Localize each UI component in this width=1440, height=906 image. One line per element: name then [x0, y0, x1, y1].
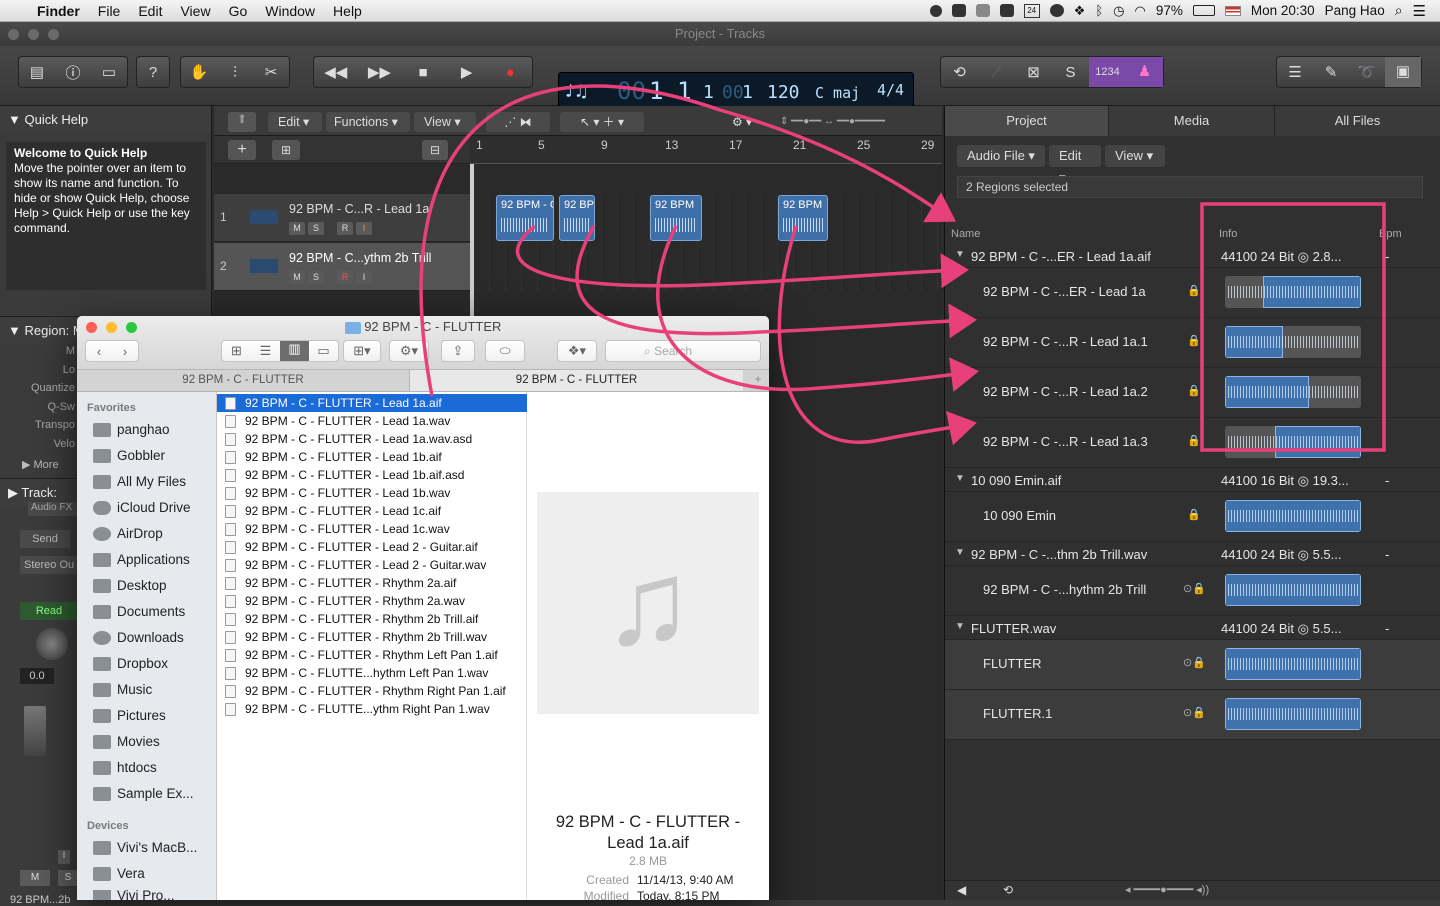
annotation-box — [1200, 202, 1386, 452]
annotation-arrow — [515, 224, 969, 289]
annotation-overlay — [419, 84, 1386, 452]
annotation-arrow — [777, 225, 977, 446]
annotation-arrow — [419, 84, 957, 397]
annotation-arrow — [656, 225, 979, 392]
